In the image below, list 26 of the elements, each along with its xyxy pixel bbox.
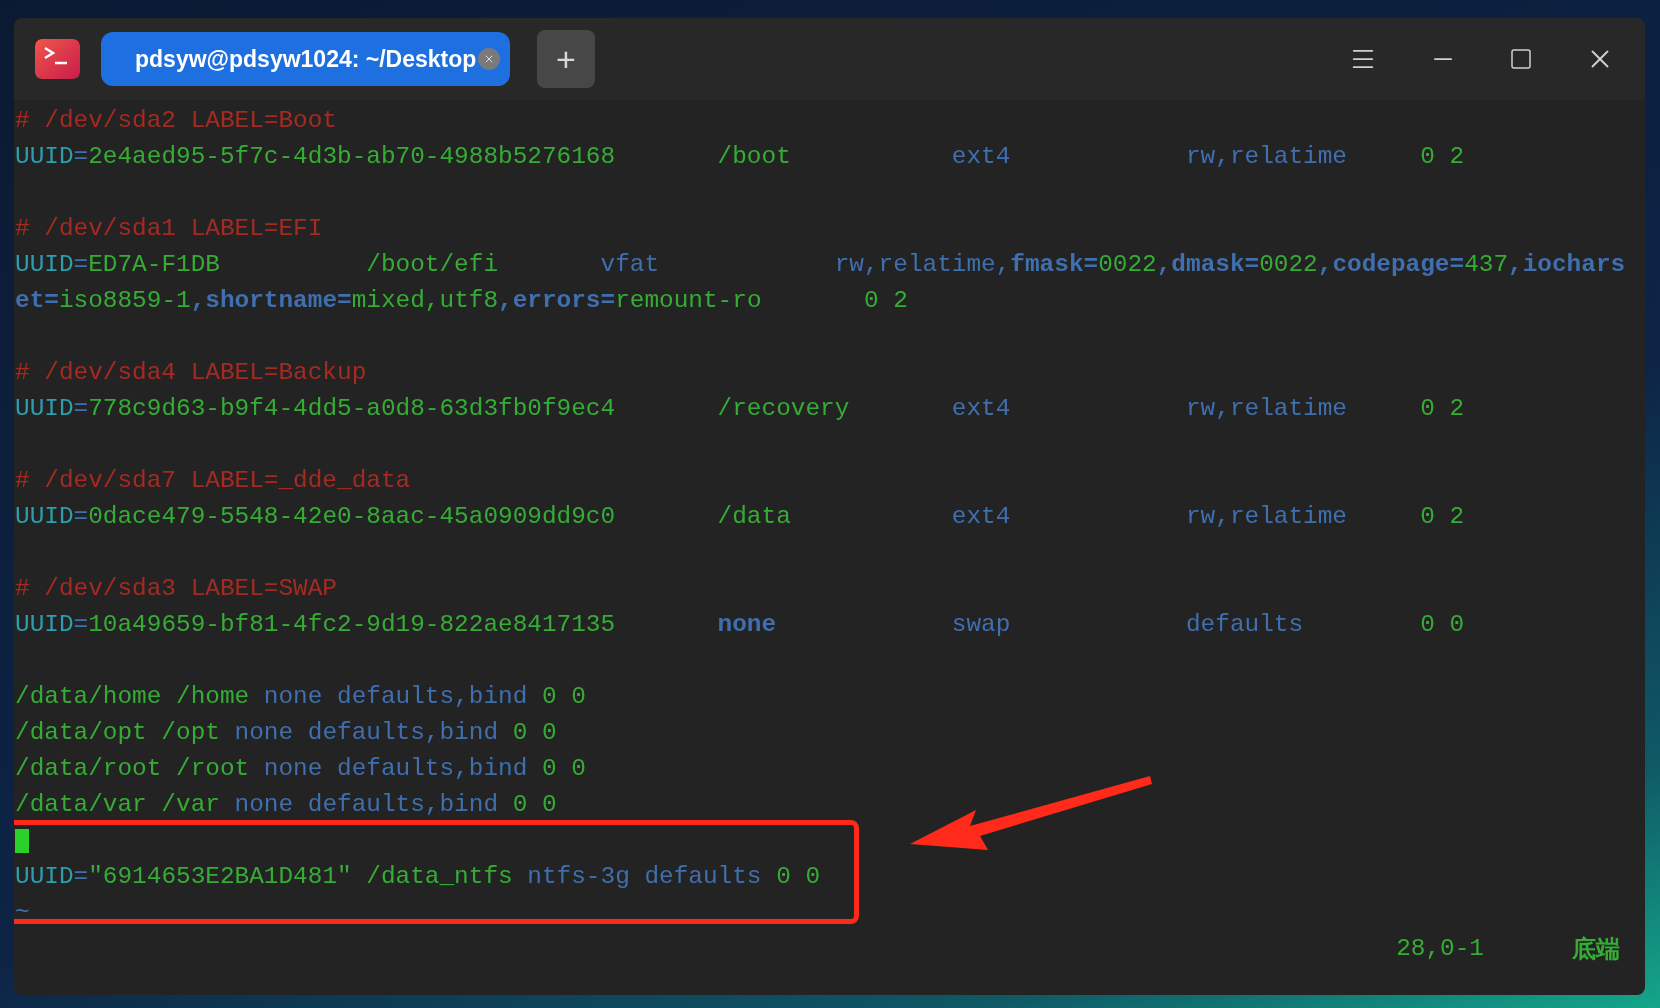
code-line: UUID="6914653E2BA1D481" /data_ntfs ntfs-3g defaults 0 0: [15, 862, 821, 892]
code-line: UUID=ED7A-F1DB /boot/efi vfat rw,relatime,fmask=0022,dmask=0022,codepage=437,iochars: [15, 250, 1626, 280]
scroll-position: 底端: [1572, 934, 1620, 965]
code-line: UUID=10a49659-bf81-4fc2-9d19-822ae8417135 none swap defaults 0 0: [15, 610, 1465, 640]
code-line: # /dev/sda4 LABEL=Backup: [15, 358, 367, 388]
code-line: /data/root /root none defaults,bind 0 0: [15, 754, 586, 784]
terminal-app-icon[interactable]: [35, 39, 80, 79]
close-tab-icon[interactable]: [478, 48, 500, 70]
maximize-icon[interactable]: [1509, 47, 1533, 71]
code-line: /data/opt /opt none defaults,bind 0 0: [15, 718, 557, 748]
code-line: # /dev/sda1 LABEL=EFI: [15, 214, 323, 244]
code-line: UUID=0dace479-5548-42e0-8aac-45a0909dd9c0 /data ext4 rw,relatime 0 2: [15, 502, 1465, 532]
code-line: ~: [15, 898, 30, 928]
code-line: /data/home /home none defaults,bind 0 0: [15, 682, 586, 712]
code-line: # /dev/sda7 LABEL=_dde_data: [15, 466, 411, 496]
tab-title: pdsyw@pdsyw1024: ~/Desktop: [135, 44, 477, 74]
text-cursor: [15, 829, 29, 853]
code-line: UUID=778c9d63-b9f4-4dd5-a0d8-63d3fb0f9ec4 /recovery ext4 rw,relatime 0 2: [15, 394, 1465, 424]
code-line: # /dev/sda3 LABEL=SWAP: [15, 574, 337, 604]
cursor-position: 28,0-1: [1396, 934, 1484, 964]
code-line: /data/var /var none defaults,bind 0 0: [15, 790, 557, 820]
new-tab-button[interactable]: +: [537, 30, 595, 88]
code-line: UUID=2e4aed95-5f7c-4d3b-ab70-4988b5276168 /boot ext4 rw,relatime 0 2: [15, 142, 1465, 172]
code-line: # /dev/sda2 LABEL=Boot: [15, 106, 337, 136]
terminal-tab[interactable]: pdsyw@pdsyw1024: ~/Desktop: [101, 32, 510, 86]
code-line: et=iso8859-1,shortname=mixed,utf8,errors=remount-ro 0 2: [15, 286, 908, 316]
